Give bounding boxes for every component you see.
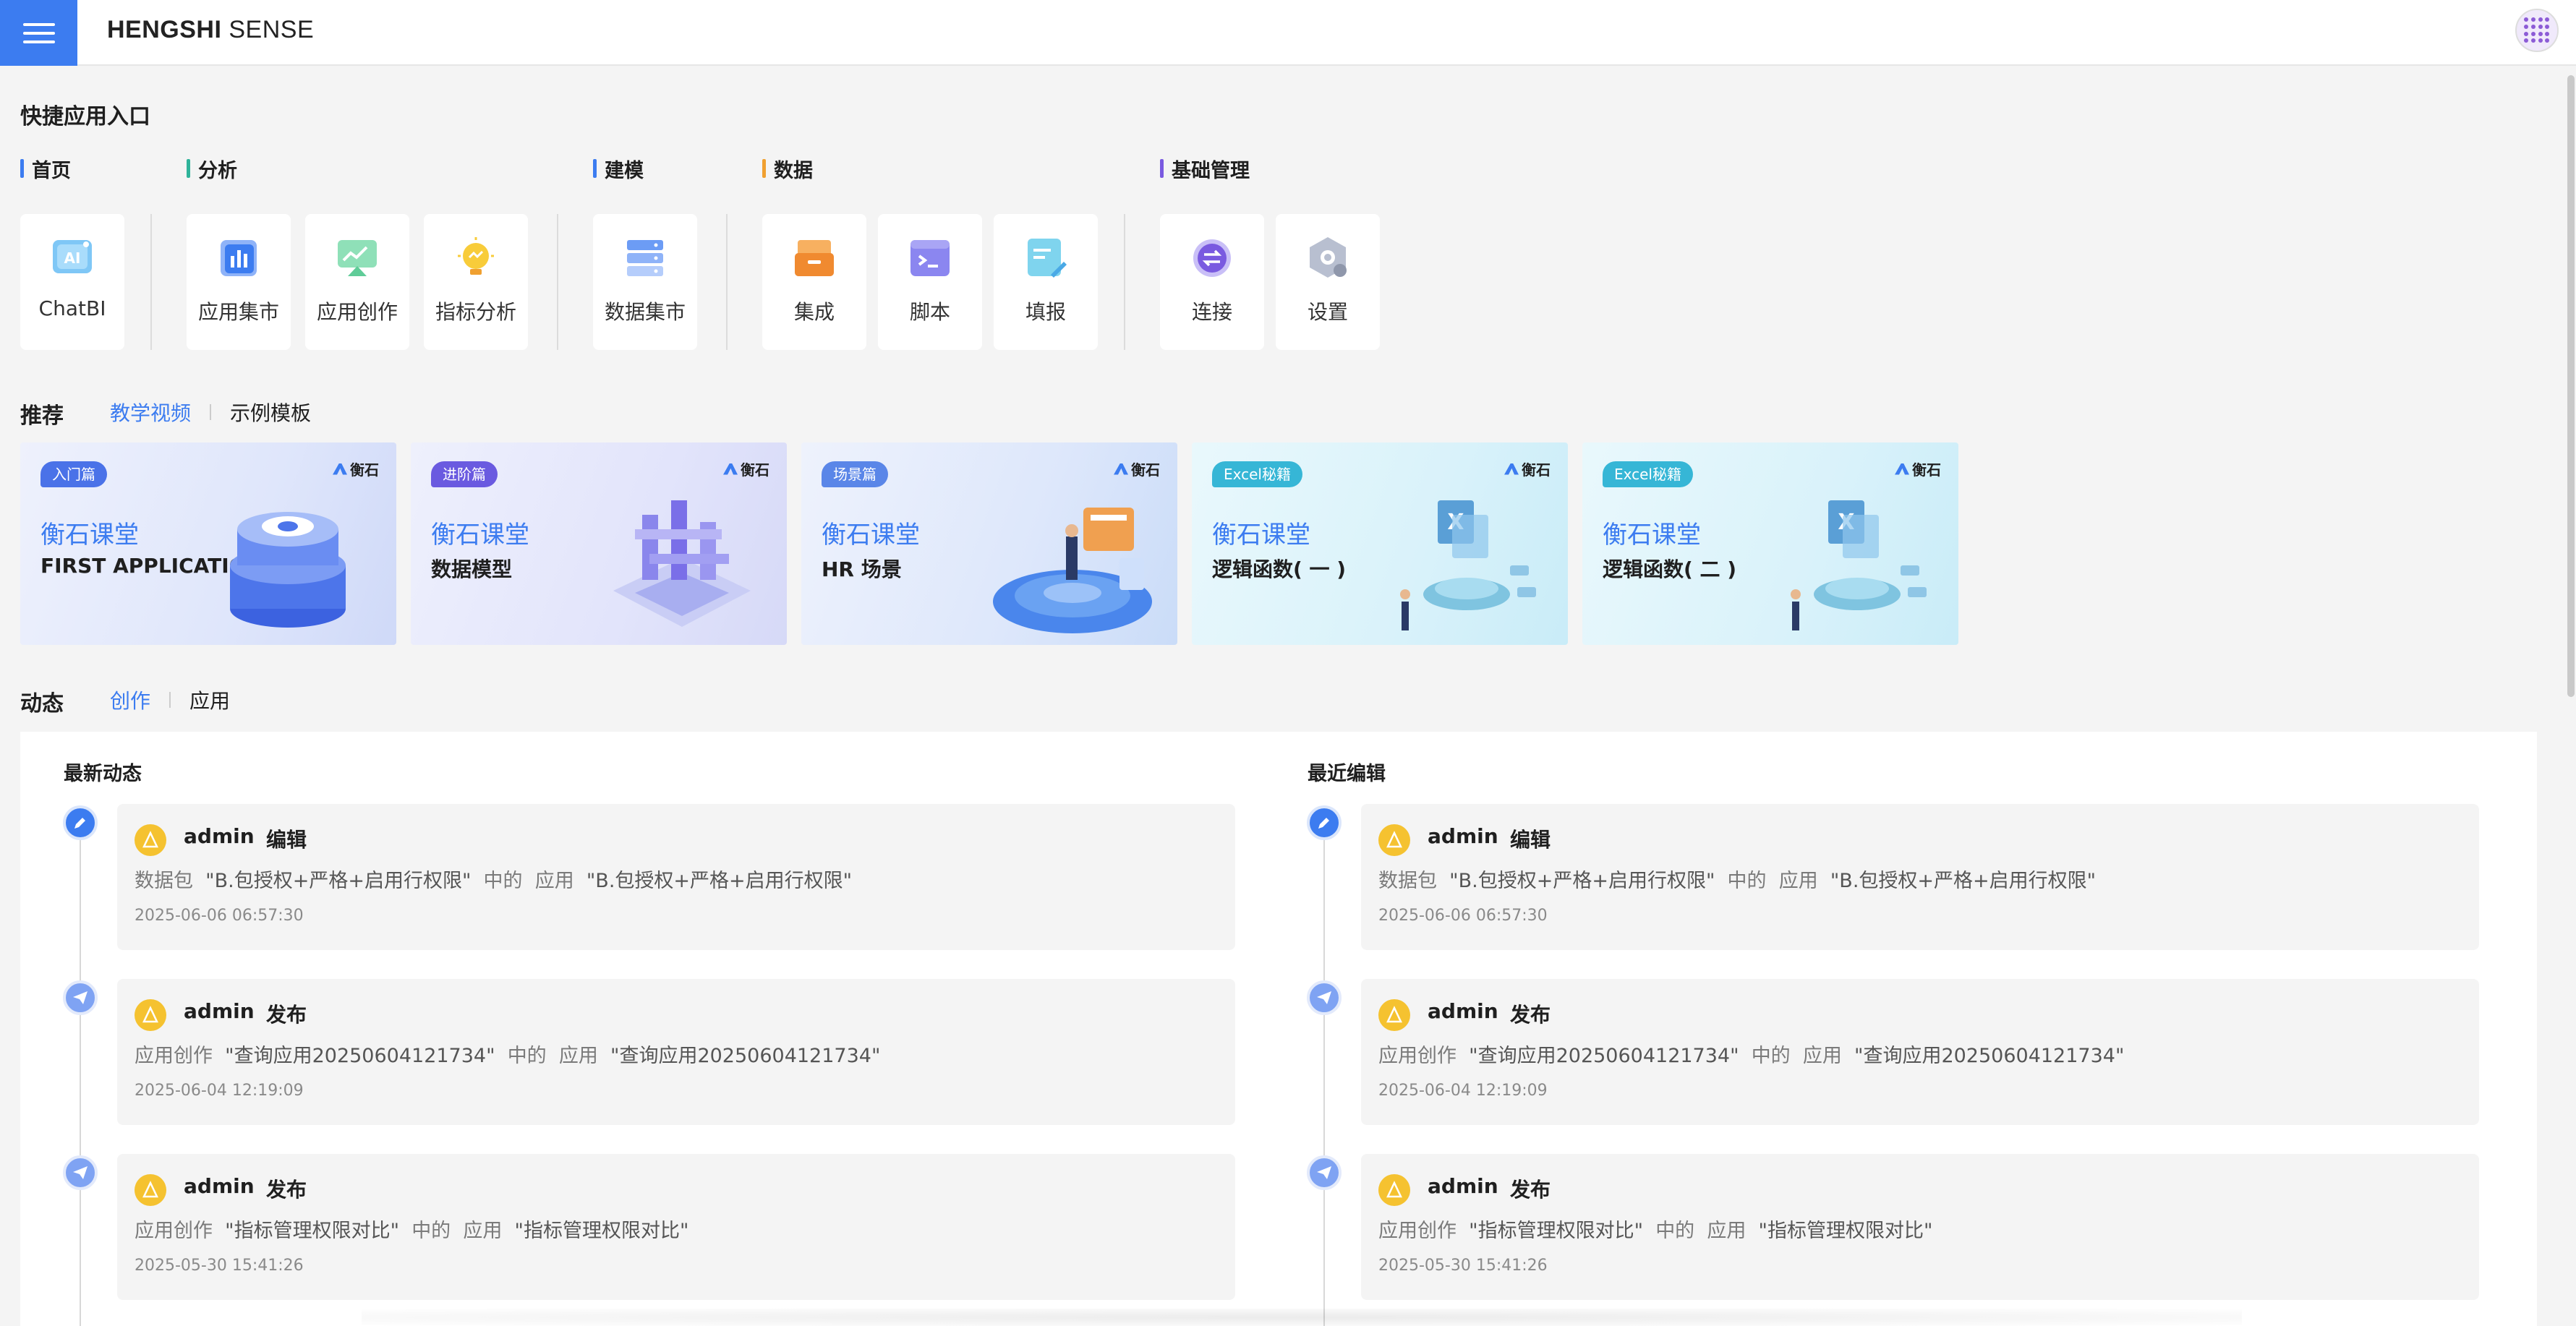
- metric-bulb-icon: [458, 237, 494, 275]
- user-avatar-icon: [135, 999, 166, 1031]
- user-avatar-icon: [135, 1174, 166, 1206]
- divider: [557, 214, 558, 350]
- recommend-title: 推荐: [20, 403, 64, 429]
- edit-pencil-icon: [1307, 805, 1342, 840]
- tab-sample-template[interactable]: 示例模板: [230, 398, 311, 427]
- brand-title: HENGSHI SENSE: [107, 16, 315, 43]
- tile-app-market[interactable]: 应用集市: [187, 214, 291, 350]
- data-market-icon: [627, 240, 663, 276]
- data-model-illustration-icon: [613, 500, 751, 627]
- group-admin: 基础管理: [1160, 155, 1250, 183]
- bottom-shadow: [362, 1309, 2242, 1326]
- app-market-icon: [221, 240, 257, 276]
- form-fill-icon: [1028, 239, 1067, 278]
- tile-form-fill[interactable]: 填报: [994, 214, 1098, 350]
- excel-illustration-icon: X: [1400, 500, 1536, 630]
- hengshi-logo: 衡石: [1114, 458, 1160, 479]
- svg-text:AI: AI: [64, 249, 81, 267]
- tile-integration[interactable]: 集成: [762, 214, 866, 350]
- recommend-tabs: 教学视频 示例模板: [110, 398, 311, 427]
- user-avatar-icon: [135, 824, 166, 856]
- send-plane-icon: [63, 980, 98, 1015]
- tile-chatbi[interactable]: AI ChatBI: [20, 214, 124, 350]
- edit-pencil-icon: [63, 805, 98, 840]
- send-plane-icon: [63, 1155, 98, 1190]
- hengshi-logo: 衡石: [723, 458, 769, 479]
- hr-scene-illustration-icon: [993, 508, 1152, 633]
- recent-edit-entry[interactable]: admin 发布 应用创作 "查询应用20250604121734" 中的 应用…: [1361, 979, 2479, 1125]
- user-avatar-icon: [1378, 1174, 1410, 1206]
- recent-edit-entry[interactable]: admin 发布 应用创作 "指标管理权限对比" 中的 应用 "指标管理权限对比…: [1361, 1154, 2479, 1300]
- tile-metric-analysis[interactable]: 指标分析: [424, 214, 528, 350]
- tab-application[interactable]: 应用: [189, 685, 230, 714]
- send-plane-icon: [1307, 980, 1342, 1015]
- hengshi-logo: 衡石: [1895, 458, 1941, 479]
- integration-icon: [795, 240, 834, 276]
- divider: [726, 214, 728, 350]
- user-avatar-icon: [1378, 999, 1410, 1031]
- page-scrollbar[interactable]: [2566, 68, 2576, 1326]
- timeline-line: [80, 839, 81, 1326]
- activity-tabs: 创作 应用: [110, 685, 230, 714]
- latest-activity-title: 最新动态: [64, 763, 142, 785]
- course-card-1[interactable]: 入门篇 衡石 衡石课堂 FIRST APPLICATION: [20, 442, 396, 645]
- top-bar: HENGSHI SENSE: [0, 0, 2576, 66]
- group-home: 首页: [20, 155, 71, 183]
- quick-entry-title: 快捷应用入口: [20, 104, 150, 129]
- recent-edit-title: 最近编辑: [1308, 763, 1386, 785]
- tab-creation[interactable]: 创作: [110, 685, 150, 714]
- user-avatar-icon: [1378, 824, 1410, 856]
- divider: [150, 214, 152, 350]
- hengshi-logo: 衡石: [333, 458, 379, 479]
- tile-connection[interactable]: 连接: [1160, 214, 1264, 350]
- app-create-icon: [338, 240, 377, 276]
- group-modeling: 建模: [593, 155, 644, 183]
- activity-entry[interactable]: admin 发布 应用创作 "查询应用20250604121734" 中的 应用…: [117, 979, 1235, 1125]
- hengshi-logo: 衡石: [1504, 458, 1551, 479]
- user-avatar[interactable]: [2515, 9, 2559, 52]
- tile-app-create[interactable]: 应用创作: [305, 214, 409, 350]
- tile-script[interactable]: 脚本: [878, 214, 982, 350]
- timeline-line: [1323, 839, 1325, 1326]
- script-icon: [910, 240, 950, 276]
- tile-data-market[interactable]: 数据集市: [593, 214, 697, 350]
- hamburger-menu-icon[interactable]: [0, 0, 77, 66]
- recent-edit-entry[interactable]: admin 编辑 数据包 "B.包授权+严格+启用行权限" 中的 应用 "B.包…: [1361, 804, 2479, 950]
- group-data: 数据: [762, 155, 813, 183]
- divider: [1124, 214, 1125, 350]
- tile-settings[interactable]: 设置: [1276, 214, 1380, 350]
- settings-icon: [1310, 237, 1347, 278]
- send-plane-icon: [1307, 1155, 1342, 1190]
- activity-title: 动态: [20, 691, 64, 717]
- connection-icon: [1193, 239, 1231, 277]
- course-card-3[interactable]: 场景篇 衡石 衡石课堂 HR 场景: [801, 442, 1177, 645]
- course-card-4[interactable]: Excel秘籍 衡石 衡石课堂 逻辑函数( 一 ) X: [1192, 442, 1568, 645]
- tab-tutorial-video[interactable]: 教学视频: [110, 398, 191, 427]
- activity-entry[interactable]: admin 发布 应用创作 "指标管理权限对比" 中的 应用 "指标管理权限对比…: [117, 1154, 1235, 1300]
- ai-icon: AI: [53, 240, 92, 273]
- activity-entry[interactable]: admin 编辑 数据包 "B.包授权+严格+启用行权限" 中的 应用 "B.包…: [117, 804, 1235, 950]
- course-card-5[interactable]: Excel秘籍 衡石 衡石课堂 逻辑函数( 二 ) X: [1582, 442, 1958, 645]
- group-analysis: 分析: [187, 155, 237, 183]
- course-card-2[interactable]: 进阶篇 衡石 衡石课堂 数据模型: [411, 442, 787, 645]
- database-illustration-icon: [230, 512, 346, 628]
- excel-illustration-icon: X: [1791, 500, 1927, 630]
